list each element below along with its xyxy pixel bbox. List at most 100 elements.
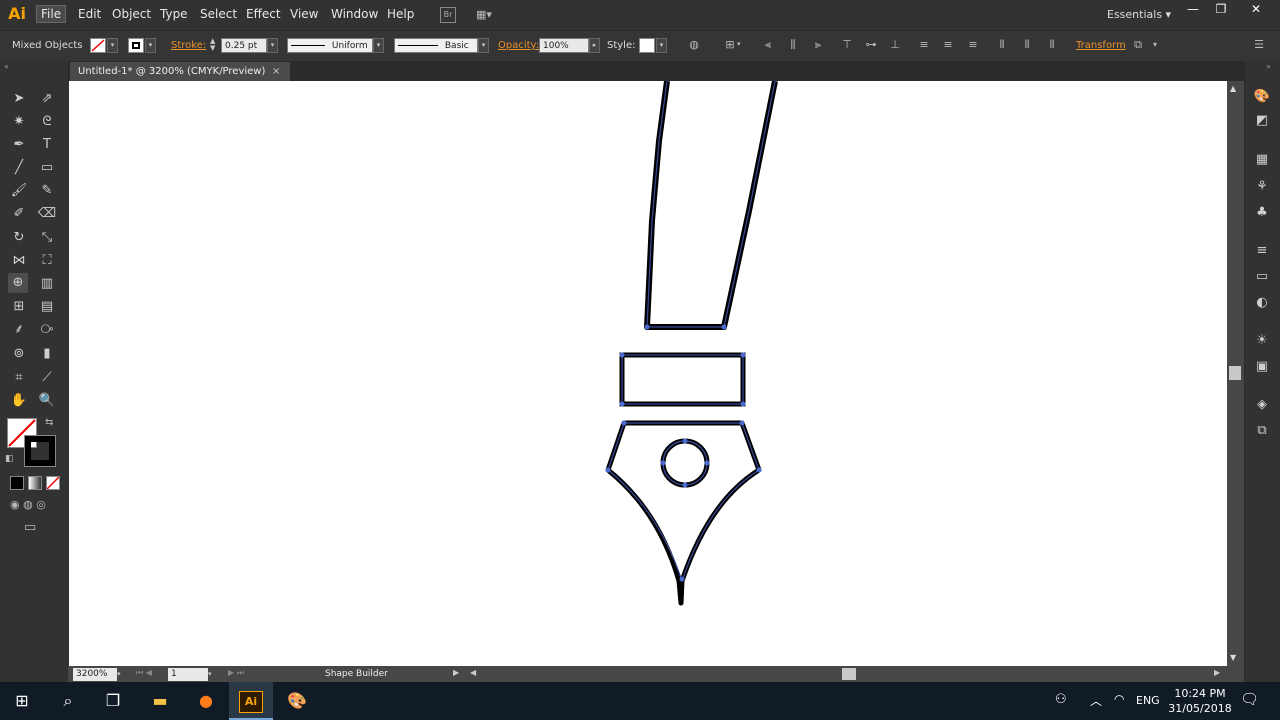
menu-edit[interactable]: Edit [78,7,101,21]
anchor-point[interactable] [756,467,762,473]
anchor-point[interactable] [740,401,746,407]
anchor-point[interactable] [739,420,745,426]
pen-barrel-shape[interactable] [644,81,778,330]
workspace-switcher[interactable]: Essentials ▾ [1107,8,1171,21]
opacity-dropdown[interactable]: ▸ [589,38,600,53]
symbol-sprayer-tool-icon[interactable]: ⊚ [9,344,29,364]
artboard-dropdown[interactable]: ▾ [208,668,218,681]
anchor-point[interactable] [740,352,746,358]
distribute-top-icon[interactable]: ≡ [917,38,931,52]
anchor-point[interactable] [619,352,625,358]
variable-width-profile[interactable]: Uniform [287,38,373,53]
isolate-icon[interactable]: ⧉ [1131,38,1145,52]
hand-tool-icon[interactable]: ✋ [9,391,29,411]
distribute-vertical-center-icon[interactable]: ≡ [941,38,955,52]
document-tab[interactable]: Untitled-1* @ 3200% (CMYK/Preview) × [70,62,290,81]
anchor-point[interactable] [682,438,688,444]
file-explorer-icon[interactable]: ▬ [138,682,182,720]
anchor-point[interactable] [605,467,611,473]
anchor-point[interactable] [682,482,688,488]
default-fill-stroke-icon[interactable]: ◧ [5,454,14,464]
collapse-tools-icon[interactable]: « [4,62,9,71]
magic-wand-tool-icon[interactable]: ✷ [9,112,29,132]
align-horizontal-center-icon[interactable]: ⫼ [786,38,800,52]
menu-file[interactable]: File [36,5,67,23]
menu-view[interactable]: View [290,7,318,21]
fill-swatch[interactable] [90,38,106,53]
appearance-panel-icon[interactable]: ☀ [1253,332,1271,350]
blob-brush-tool-icon[interactable]: ✐ [9,204,29,224]
selection-tool-icon[interactable]: ➤ [9,89,29,109]
graphic-styles-panel-icon[interactable]: ▣ [1253,358,1271,376]
bridge-button[interactable]: Br [440,7,456,23]
stroke-swatch[interactable] [128,38,144,53]
fill-dropdown[interactable]: ▾ [107,38,118,53]
rotate-tool-icon[interactable]: ↻ [9,228,29,248]
align-right-icon[interactable]: ⫸ [811,38,825,52]
menu-help[interactable]: Help [387,7,414,21]
gradient-panel-icon[interactable]: ▭ [1253,268,1271,286]
firefox-icon[interactable]: ● [184,682,228,720]
type-tool-icon[interactable]: T [37,135,57,155]
eyedropper-tool-icon[interactable]: ⸙ [9,320,29,340]
menu-select[interactable]: Select [200,7,237,21]
lasso-tool-icon[interactable]: ᘓ [37,112,57,132]
last-artboard-icon[interactable]: ▶ ⏭ [228,668,244,678]
opacity-label[interactable]: Opacity: [498,40,539,51]
anchor-point[interactable] [619,401,625,407]
draw-mode-icon[interactable]: ◉ ◍ ◎ [10,498,46,511]
brushes-panel-icon[interactable]: ⚘ [1253,178,1271,196]
column-graph-tool-icon[interactable]: ▮ [37,344,57,364]
stroke-weight-dropdown[interactable]: ▾ [267,38,278,53]
scroll-down-icon[interactable]: ▼ [1230,653,1236,662]
scale-tool-icon[interactable]: ⤡ [37,228,57,248]
direct-selection-tool-icon[interactable]: ⇗ [37,89,57,109]
brush-dropdown[interactable]: ▾ [478,38,489,53]
width-tool-icon[interactable]: ⋈ [9,251,29,271]
gradient-tool-icon[interactable]: ▤ [37,297,57,317]
color-panel-icon[interactable]: 🎨 [1253,88,1271,106]
menu-window[interactable]: Window [331,7,378,21]
pen-grip-rectangle[interactable] [619,352,746,407]
shape-builder-tool-icon[interactable]: ⊕ [8,273,28,293]
artboards-panel-icon[interactable]: ⧉ [1253,422,1271,440]
mesh-tool-icon[interactable]: ⊞ [9,297,29,317]
anchor-point[interactable] [721,324,727,330]
isolate-dropdown-icon[interactable]: ▾ [1153,40,1157,49]
menu-effect[interactable]: Effect [246,7,281,21]
zoom-dropdown[interactable]: ▾ [117,668,127,681]
illustrator-taskbar-icon[interactable]: Ai [229,682,273,720]
brush-definition[interactable]: Basic [394,38,478,53]
swatches-panel-icon[interactable]: ▦ [1253,151,1271,169]
align-left-icon[interactable]: ⫷ [761,38,775,52]
distribute-horizontal-center-icon[interactable]: ⦀ [1020,38,1034,52]
vertical-scroll-thumb[interactable] [1229,366,1241,380]
paintbrush-tool-icon[interactable]: 🖌 [9,181,29,201]
line-segment-tool-icon[interactable]: ╱ [9,158,29,178]
pen-tool-icon[interactable]: ✒ [9,135,29,155]
anchor-point[interactable] [679,576,685,582]
stroke-label[interactable]: Stroke: [171,40,206,51]
people-icon[interactable]: ⚇ [1055,692,1067,707]
align-to-dropdown-icon[interactable]: ▾ [737,40,741,48]
menu-type[interactable]: Type [160,7,188,21]
stroke-panel-icon[interactable]: ≡ [1253,242,1271,260]
search-icon[interactable]: ⌕ [46,682,90,720]
scroll-left-icon[interactable]: ◀ [470,668,476,677]
close-tab-icon[interactable]: × [272,62,280,81]
stroke-dropdown[interactable]: ▾ [145,38,156,53]
show-hidden-icons[interactable]: ︿ [1090,692,1102,709]
stroke-stepper[interactable]: ▲ ▼ [210,38,219,53]
arrange-documents-icon[interactable]: ▦▾ [476,8,500,22]
gradient-mode-icon[interactable] [28,476,42,490]
scroll-right-icon[interactable]: ▶ [1214,668,1220,677]
transform-link[interactable]: Transform [1076,40,1126,51]
profile-dropdown[interactable]: ▾ [373,38,384,53]
align-top-icon[interactable]: ⊤ [840,38,854,52]
zoom-level-input[interactable]: 3200% [73,668,117,681]
action-center-icon[interactable]: 🗨 [1240,690,1259,708]
stroke-color-box[interactable] [24,435,56,467]
perspective-grid-tool-icon[interactable]: ▥ [37,274,57,294]
graphic-style-swatch[interactable] [639,38,655,53]
symbols-panel-icon[interactable]: ♣ [1253,204,1271,222]
